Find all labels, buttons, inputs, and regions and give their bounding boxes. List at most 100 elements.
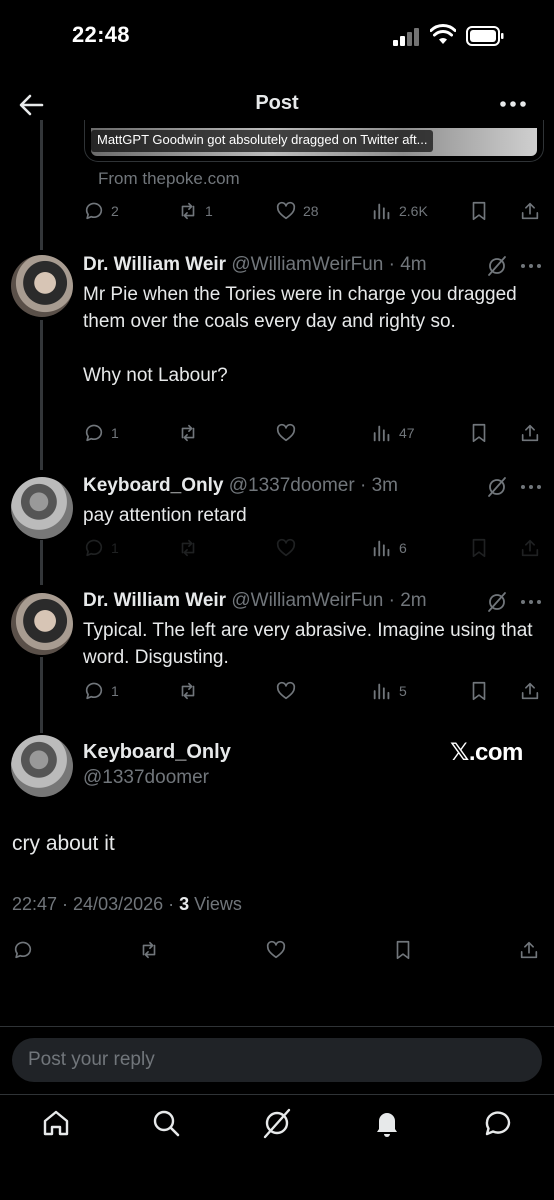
reply-button[interactable]: 1 [83, 535, 119, 561]
separator: · [359, 475, 367, 496]
repost-button[interactable] [177, 678, 199, 704]
share-button[interactable] [519, 198, 541, 224]
reply-count: 1 [111, 540, 119, 556]
grok-icon[interactable] [486, 591, 508, 613]
nav-search[interactable] [149, 1106, 183, 1140]
bookmark-button[interactable] [468, 535, 490, 561]
share-button[interactable] [519, 420, 541, 446]
nav-grok[interactable] [260, 1106, 294, 1140]
home-icon [43, 1110, 69, 1136]
share-button[interactable] [519, 535, 541, 561]
post-time[interactable]: 2m [400, 590, 426, 611]
x-watermark: 𝕏.com [450, 739, 523, 766]
views-label: Views [189, 894, 242, 914]
like-button[interactable] [275, 678, 297, 704]
views-button[interactable]: 2.6K [371, 198, 428, 224]
tweet-text: pay attention retard [83, 505, 247, 526]
like-icon [276, 201, 296, 220]
like-button[interactable]: 28 [275, 198, 319, 224]
like-button[interactable] [275, 535, 297, 561]
share-icon [521, 424, 539, 442]
tweet-actions: 1 6 [83, 535, 545, 561]
bookmark-button[interactable] [468, 198, 490, 224]
reply-button[interactable]: 2 [83, 198, 119, 224]
views-icon [373, 203, 390, 220]
views-icon [373, 540, 390, 557]
link-preview-card[interactable]: MattGPT Goodwin got absolutely dragged o… [84, 120, 544, 162]
more-icon[interactable] [498, 92, 528, 116]
nav-home[interactable] [39, 1106, 73, 1140]
more-icon[interactable] [518, 477, 544, 497]
like-button[interactable] [275, 420, 297, 446]
link-source[interactable]: From thepoke.com [98, 169, 240, 189]
like-count: 28 [303, 203, 319, 219]
more-icon[interactable] [518, 592, 544, 612]
author-name[interactable]: Keyboard_Only [83, 475, 223, 496]
views-icon [373, 683, 390, 700]
views-button[interactable]: 6 [371, 535, 407, 561]
reply-button[interactable] [12, 937, 34, 963]
reply-count: 2 [111, 203, 119, 219]
tweet-actions: 2 1 28 2.6K [83, 198, 545, 224]
more-icon[interactable] [518, 256, 544, 276]
repost-button[interactable] [177, 420, 199, 446]
thread-line [40, 657, 43, 733]
post-actions [12, 937, 542, 963]
like-icon [276, 423, 296, 442]
nav-messages[interactable] [481, 1106, 515, 1140]
bookmark-icon [396, 940, 410, 960]
bookmark-icon [472, 423, 486, 443]
tweet-header: Keyboard_Only @1337doomer · 3m [83, 475, 398, 497]
share-button[interactable] [519, 678, 541, 704]
bookmark-icon [472, 538, 486, 558]
avatar[interactable] [11, 593, 73, 655]
thread-line [40, 540, 43, 585]
view-count: 2.6K [399, 203, 428, 219]
avatar[interactable] [11, 477, 73, 539]
tweet-header: Dr. William Weir @WilliamWeirFun · 4m [83, 254, 427, 276]
reply-input[interactable]: Post your reply [12, 1038, 542, 1082]
thread-line [40, 120, 43, 250]
link-preview-caption: MattGPT Goodwin got absolutely dragged o… [91, 130, 434, 152]
post-text: cry about it [12, 832, 115, 855]
author-handle[interactable]: @WilliamWeirFun [231, 254, 383, 275]
repost-button[interactable]: 1 [177, 198, 213, 224]
nav-notifications[interactable] [370, 1106, 404, 1140]
wifi-icon [430, 24, 456, 44]
bookmark-button[interactable] [468, 678, 490, 704]
reply-button[interactable]: 1 [83, 420, 119, 446]
author-handle[interactable]: @1337doomer [229, 475, 355, 496]
reply-icon [85, 682, 103, 700]
reply-button[interactable]: 1 [83, 678, 119, 704]
post-time[interactable]: 4m [400, 254, 426, 275]
reply-icon [85, 202, 103, 220]
share-button[interactable] [518, 937, 540, 963]
author-handle[interactable]: @WilliamWeirFun [231, 590, 383, 611]
like-icon [276, 538, 296, 557]
views-button[interactable]: 47 [371, 420, 415, 446]
bookmark-button[interactable] [468, 420, 490, 446]
grok-icon[interactable] [486, 476, 508, 498]
repost-button[interactable] [138, 937, 160, 963]
views-button[interactable]: 5 [371, 678, 407, 704]
bookmark-button[interactable] [392, 937, 414, 963]
divider [0, 1026, 554, 1027]
author-name[interactable]: Keyboard_Only [83, 741, 231, 764]
tweet-header: Dr. William Weir @WilliamWeirFun · 2m [83, 590, 427, 612]
repost-button[interactable] [177, 535, 199, 561]
grok-icon[interactable] [486, 255, 508, 277]
share-icon [521, 539, 539, 557]
views-icon [373, 425, 390, 442]
author-name[interactable]: Dr. William Weir [83, 254, 226, 275]
repost-icon [181, 682, 195, 700]
post-time[interactable]: 3m [372, 475, 398, 496]
repost-icon [181, 424, 195, 442]
view-count: 47 [399, 425, 415, 441]
avatar[interactable] [11, 735, 73, 797]
avatar[interactable] [11, 255, 73, 317]
author-handle[interactable]: @1337doomer [83, 767, 209, 789]
like-button[interactable] [265, 937, 287, 963]
like-icon [266, 940, 286, 959]
author-name[interactable]: Dr. William Weir [83, 590, 226, 611]
share-icon [521, 682, 539, 700]
